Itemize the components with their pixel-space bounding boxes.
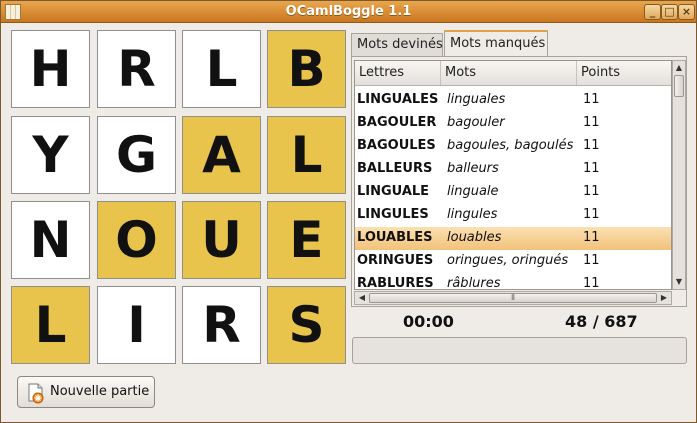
- words-table: Lettres Mots Points LINGUALES linguales 11…: [354, 60, 672, 290]
- row-points: 11: [583, 253, 600, 268]
- board-cell[interactable]: Y: [11, 116, 90, 194]
- title-bar[interactable]: OCamlBoggle 1.1 _ □ ×: [1, 1, 696, 23]
- vertical-scrollbar[interactable]: ▲ ▼: [672, 60, 686, 290]
- row-words: louables: [447, 230, 502, 245]
- row-points: 11: [583, 92, 600, 107]
- row-letters: LINGUALES: [357, 92, 439, 107]
- timer-display: 00:00: [403, 312, 454, 331]
- board-cell[interactable]: I: [97, 286, 176, 364]
- row-letters: BALLEURS: [357, 161, 433, 176]
- board-cell[interactable]: A: [182, 116, 261, 194]
- table-row[interactable]: BAGOULES bagoules, bagoulés 11: [355, 135, 671, 158]
- column-header-points[interactable]: Points: [577, 61, 671, 85]
- row-points: 11: [583, 184, 600, 199]
- new-game-button[interactable]: Nouvelle partie: [17, 376, 155, 408]
- board-cell[interactable]: L: [182, 30, 261, 108]
- vertical-scroll-thumb[interactable]: [674, 75, 684, 97]
- words-panel: Lettres Mots Points LINGUALES linguales 11…: [351, 56, 687, 307]
- table-row[interactable]: LOUABLES louables 11: [355, 227, 671, 250]
- scroll-right-arrow-icon[interactable]: ▶: [657, 292, 671, 304]
- board-cell[interactable]: S: [267, 286, 346, 364]
- row-points: 11: [583, 138, 600, 153]
- maximize-button[interactable]: □: [661, 4, 678, 20]
- row-words: râblures: [447, 276, 501, 290]
- horizontal-scrollbar[interactable]: ◀ ⦀ ▶: [354, 291, 672, 305]
- row-words: bagouler: [447, 115, 505, 130]
- row-letters: LOUABLES: [357, 230, 433, 245]
- row-points: 11: [583, 230, 600, 245]
- row-words: bagoules, bagoulés: [447, 138, 574, 153]
- table-row[interactable]: BALLEURS balleurs 11: [355, 158, 671, 181]
- row-words: oringues, oringués: [447, 253, 569, 268]
- row-words: linguales: [447, 92, 506, 107]
- minimize-button[interactable]: _: [644, 4, 661, 20]
- tab-missed-words[interactable]: Mots manqués: [444, 30, 548, 56]
- tab-guessed-words[interactable]: Mots devinés: [351, 33, 443, 56]
- row-words: linguale: [447, 184, 499, 199]
- table-row[interactable]: BAGOULER bagouler 11: [355, 112, 671, 135]
- column-header-words[interactable]: Mots: [441, 61, 577, 85]
- new-document-icon: [28, 383, 44, 404]
- column-header-letters[interactable]: Lettres: [355, 61, 441, 85]
- board-cell[interactable]: U: [182, 201, 261, 279]
- board-cell[interactable]: L: [11, 286, 90, 364]
- board-cell[interactable]: O: [97, 201, 176, 279]
- scroll-left-arrow-icon[interactable]: ◀: [355, 292, 369, 304]
- board-cell[interactable]: L: [267, 116, 346, 194]
- board-cell[interactable]: E: [267, 201, 346, 279]
- horizontal-scroll-thumb[interactable]: ⦀: [369, 293, 657, 303]
- table-row[interactable]: LINGULES lingules 11: [355, 204, 671, 227]
- score-display: 48 / 687: [565, 312, 638, 331]
- table-row[interactable]: LINGUALES linguales 11: [355, 89, 671, 112]
- scroll-up-arrow-icon[interactable]: ▲: [673, 61, 685, 75]
- table-row[interactable]: LINGUALE linguale 11: [355, 181, 671, 204]
- row-letters: RABLURES: [357, 276, 434, 290]
- row-words: balleurs: [447, 161, 499, 176]
- close-button[interactable]: ×: [678, 4, 695, 20]
- row-letters: BAGOULER: [357, 115, 437, 130]
- app-window: OCamlBoggle 1.1 _ □ × HRLBYGALNOUELIRS M…: [0, 0, 697, 423]
- window-title: OCamlBoggle 1.1: [285, 4, 412, 19]
- row-points: 11: [583, 207, 600, 222]
- progress-bar: [352, 337, 687, 364]
- table-row[interactable]: RABLURES râblures 11: [355, 273, 671, 290]
- board-cell[interactable]: H: [11, 30, 90, 108]
- row-points: 11: [583, 161, 600, 176]
- new-game-label: Nouvelle partie: [50, 384, 150, 399]
- board-cell[interactable]: R: [97, 30, 176, 108]
- row-letters: LINGULES: [357, 207, 429, 222]
- board-cell[interactable]: G: [97, 116, 176, 194]
- row-words: lingules: [447, 207, 498, 222]
- row-letters: BAGOULES: [357, 138, 436, 153]
- row-letters: LINGUALE: [357, 184, 430, 199]
- board-cell[interactable]: N: [11, 201, 90, 279]
- row-points: 11: [583, 115, 600, 130]
- board-cell[interactable]: B: [267, 30, 346, 108]
- board-cell[interactable]: R: [182, 286, 261, 364]
- table-header: Lettres Mots Points: [355, 61, 671, 86]
- scroll-down-arrow-icon[interactable]: ▼: [673, 275, 685, 289]
- row-letters: ORINGUES: [357, 253, 434, 268]
- row-points: 11: [583, 276, 600, 290]
- table-row[interactable]: ORINGUES oringues, oringués 11: [355, 250, 671, 273]
- boggle-board: HRLBYGALNOUELIRS: [11, 30, 346, 365]
